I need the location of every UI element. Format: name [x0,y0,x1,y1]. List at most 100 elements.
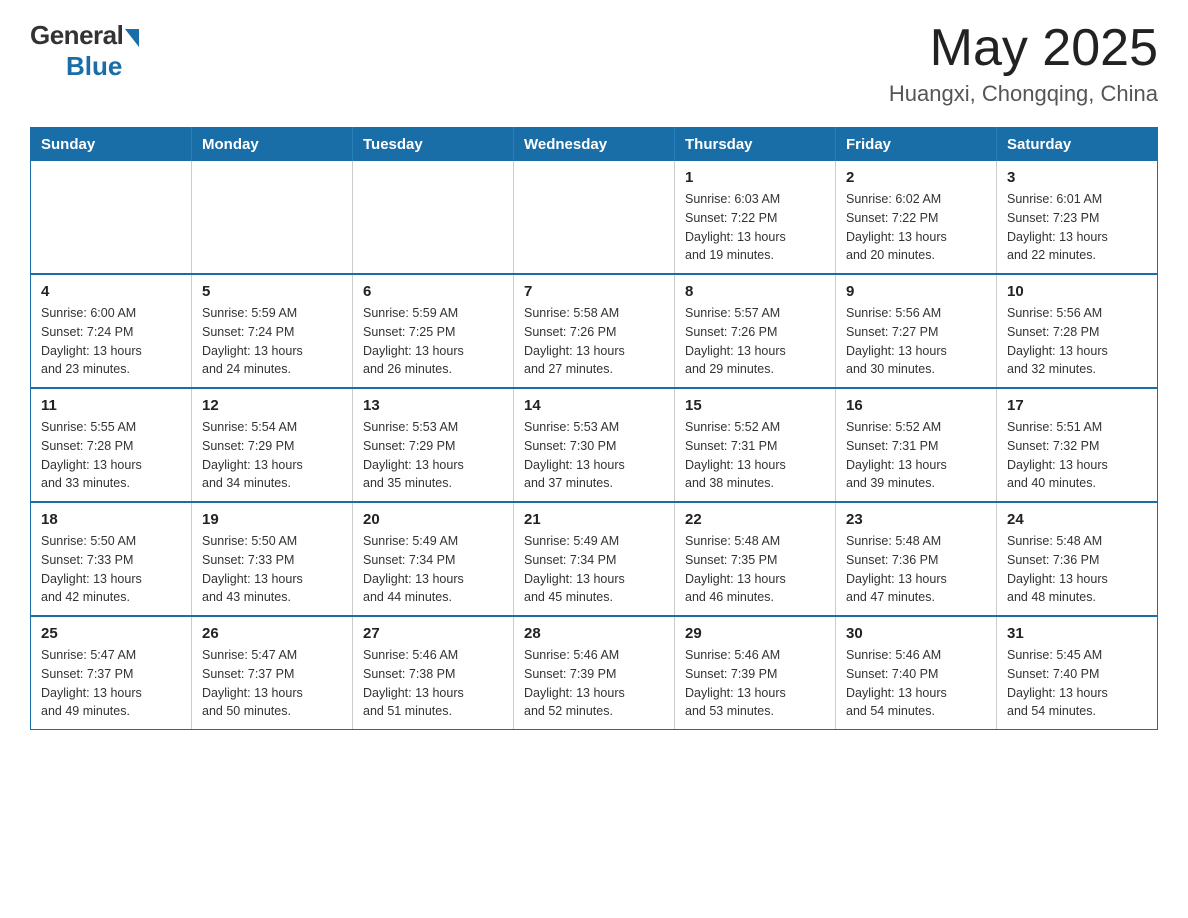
calendar-cell: 26 Sunrise: 5:47 AMSunset: 7:37 PMDayligh… [192,616,353,730]
calendar-cell: 1Sunrise: 6:03 AMSunset: 7:22 PMDaylight… [675,161,836,274]
day-number: 9 [846,283,986,300]
day-number: 22 [685,511,825,528]
calendar-cell [192,161,353,274]
day-number: 30 [846,625,986,642]
day-info: Sunrise: 5:47 AMSunset: 7:37 PMDaylight:… [41,646,181,721]
calendar-cell: 10 Sunrise: 5:56 AMSunset: 7:28 PMDayligh… [997,274,1158,388]
col-monday: Monday [192,128,353,162]
day-number: 14 [524,397,664,414]
calendar-cell: 18 Sunrise: 5:50 AMSunset: 7:33 PMDayligh… [31,502,192,616]
day-info: Sunrise: 5:53 AMSunset: 7:30 PMDaylight:… [524,418,664,493]
calendar-cell: 7 Sunrise: 5:58 AMSunset: 7:26 PMDaylight… [514,274,675,388]
day-number: 28 [524,625,664,642]
calendar-cell: 25 Sunrise: 5:47 AMSunset: 7:37 PMDayligh… [31,616,192,730]
day-number: 10 [1007,283,1147,300]
calendar-header-row: Sunday Monday Tuesday Wednesday Thursday… [31,128,1158,162]
day-number: 12 [202,397,342,414]
day-number: 23 [846,511,986,528]
day-number: 1 [685,169,825,186]
calendar-cell: 20 Sunrise: 5:49 AMSunset: 7:34 PMDayligh… [353,502,514,616]
calendar-cell: 3 Sunrise: 6:01 AMSunset: 7:23 PMDaylight… [997,161,1158,274]
calendar-week-2: 4 Sunrise: 6:00 AMSunset: 7:24 PMDaylight… [31,274,1158,388]
day-number: 31 [1007,625,1147,642]
title-section: May 2025 Huangxi, Chongqing, China [889,20,1158,107]
day-info: Sunrise: 5:56 AMSunset: 7:28 PMDaylight:… [1007,304,1147,379]
day-info: Sunrise: 5:49 AMSunset: 7:34 PMDaylight:… [363,532,503,607]
day-info: Sunrise: 5:47 AMSunset: 7:37 PMDaylight:… [202,646,342,721]
day-info: Sunrise: 6:00 AMSunset: 7:24 PMDaylight:… [41,304,181,379]
col-sunday: Sunday [31,128,192,162]
calendar-cell: 8Sunrise: 5:57 AMSunset: 7:26 PMDaylight… [675,274,836,388]
calendar-week-5: 25 Sunrise: 5:47 AMSunset: 7:37 PMDayligh… [31,616,1158,730]
col-friday: Friday [836,128,997,162]
calendar-cell: 23 Sunrise: 5:48 AMSunset: 7:36 PMDayligh… [836,502,997,616]
calendar-cell: 12 Sunrise: 5:54 AMSunset: 7:29 PMDayligh… [192,388,353,502]
day-number: 26 [202,625,342,642]
day-info: Sunrise: 5:59 AMSunset: 7:25 PMDaylight:… [363,304,503,379]
month-year-title: May 2025 [889,20,1158,77]
calendar-cell [31,161,192,274]
calendar-cell: 4 Sunrise: 6:00 AMSunset: 7:24 PMDaylight… [31,274,192,388]
day-number: 11 [41,397,181,414]
day-number: 25 [41,625,181,642]
calendar-cell: 16 Sunrise: 5:52 AMSunset: 7:31 PMDayligh… [836,388,997,502]
calendar-cell: 5 Sunrise: 5:59 AMSunset: 7:24 PMDaylight… [192,274,353,388]
day-number: 3 [1007,169,1147,186]
calendar-cell: 28 Sunrise: 5:46 AMSunset: 7:39 PMDayligh… [514,616,675,730]
calendar-cell: 9 Sunrise: 5:56 AMSunset: 7:27 PMDaylight… [836,274,997,388]
day-info: Sunrise: 6:02 AMSunset: 7:22 PMDaylight:… [846,190,986,265]
calendar-cell: 24Sunrise: 5:48 AMSunset: 7:36 PMDayligh… [997,502,1158,616]
day-number: 19 [202,511,342,528]
calendar-week-1: 1Sunrise: 6:03 AMSunset: 7:22 PMDaylight… [31,161,1158,274]
day-info: Sunrise: 5:46 AMSunset: 7:38 PMDaylight:… [363,646,503,721]
day-info: Sunrise: 5:55 AMSunset: 7:28 PMDaylight:… [41,418,181,493]
calendar-cell: 29 Sunrise: 5:46 AMSunset: 7:39 PMDayligh… [675,616,836,730]
day-info: Sunrise: 5:53 AMSunset: 7:29 PMDaylight:… [363,418,503,493]
day-number: 29 [685,625,825,642]
day-number: 5 [202,283,342,300]
calendar-cell: 27 Sunrise: 5:46 AMSunset: 7:38 PMDayligh… [353,616,514,730]
day-number: 27 [363,625,503,642]
col-saturday: Saturday [997,128,1158,162]
calendar-week-4: 18 Sunrise: 5:50 AMSunset: 7:33 PMDayligh… [31,502,1158,616]
day-number: 7 [524,283,664,300]
calendar-cell: 30 Sunrise: 5:46 AMSunset: 7:40 PMDayligh… [836,616,997,730]
day-info: Sunrise: 6:01 AMSunset: 7:23 PMDaylight:… [1007,190,1147,265]
calendar-cell: 13 Sunrise: 5:53 AMSunset: 7:29 PMDayligh… [353,388,514,502]
day-info: Sunrise: 5:48 AMSunset: 7:36 PMDaylight:… [846,532,986,607]
day-info: Sunrise: 5:48 AMSunset: 7:35 PMDaylight:… [685,532,825,607]
day-number: 13 [363,397,503,414]
logo: General Blue [30,20,139,82]
day-info: Sunrise: 5:49 AMSunset: 7:34 PMDaylight:… [524,532,664,607]
calendar-cell: 14 Sunrise: 5:53 AMSunset: 7:30 PMDayligh… [514,388,675,502]
day-number: 15 [685,397,825,414]
day-number: 2 [846,169,986,186]
day-info: Sunrise: 5:54 AMSunset: 7:29 PMDaylight:… [202,418,342,493]
calendar-cell [514,161,675,274]
day-number: 20 [363,511,503,528]
day-info: Sunrise: 5:52 AMSunset: 7:31 PMDaylight:… [846,418,986,493]
day-number: 16 [846,397,986,414]
day-info: Sunrise: 5:59 AMSunset: 7:24 PMDaylight:… [202,304,342,379]
col-tuesday: Tuesday [353,128,514,162]
day-info: Sunrise: 5:46 AMSunset: 7:39 PMDaylight:… [524,646,664,721]
day-info: Sunrise: 5:50 AMSunset: 7:33 PMDaylight:… [41,532,181,607]
calendar-cell: 2 Sunrise: 6:02 AMSunset: 7:22 PMDaylight… [836,161,997,274]
calendar-cell: 15Sunrise: 5:52 AMSunset: 7:31 PMDayligh… [675,388,836,502]
col-thursday: Thursday [675,128,836,162]
logo-general-text: General [30,20,123,51]
day-info: Sunrise: 5:58 AMSunset: 7:26 PMDaylight:… [524,304,664,379]
day-info: Sunrise: 5:46 AMSunset: 7:40 PMDaylight:… [846,646,986,721]
day-info: Sunrise: 5:45 AMSunset: 7:40 PMDaylight:… [1007,646,1147,721]
day-info: Sunrise: 5:46 AMSunset: 7:39 PMDaylight:… [685,646,825,721]
day-info: Sunrise: 5:56 AMSunset: 7:27 PMDaylight:… [846,304,986,379]
calendar-table: Sunday Monday Tuesday Wednesday Thursday… [30,127,1158,730]
day-number: 4 [41,283,181,300]
day-info: Sunrise: 5:48 AMSunset: 7:36 PMDaylight:… [1007,532,1147,607]
calendar-cell: 17Sunrise: 5:51 AMSunset: 7:32 PMDayligh… [997,388,1158,502]
calendar-week-3: 11 Sunrise: 5:55 AMSunset: 7:28 PMDayligh… [31,388,1158,502]
day-number: 17 [1007,397,1147,414]
day-number: 18 [41,511,181,528]
day-number: 8 [685,283,825,300]
calendar-cell: 31 Sunrise: 5:45 AMSunset: 7:40 PMDayligh… [997,616,1158,730]
